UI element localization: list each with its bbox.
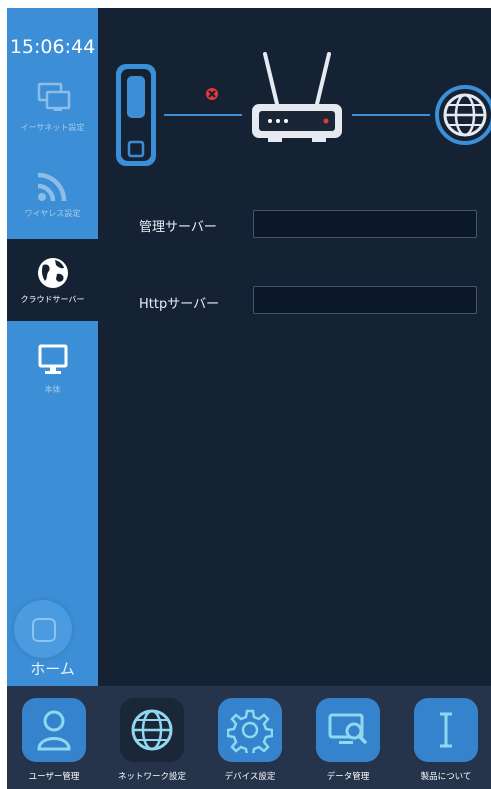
sidebar-item-label: ワイヤレス設定: [24, 209, 81, 218]
nav-data-management[interactable]: データ管理: [313, 698, 383, 783]
network-globe-icon: [131, 709, 173, 751]
device-icon: [116, 64, 156, 166]
http-server-input[interactable]: [253, 286, 477, 314]
ethernet-monitor-icon: [33, 80, 73, 120]
info-icon: [440, 712, 452, 748]
nav-device-settings[interactable]: デバイス設定: [215, 698, 285, 783]
home-label: ホーム: [30, 660, 75, 678]
sidebar-item-label: 本体: [44, 385, 61, 394]
management-server-label: 管理サーバー: [139, 220, 217, 235]
sidebar-item-label: クラウドサーバー: [20, 295, 85, 304]
app-screen: 15:06:44 イーサネット設定 ワイヤレス設定 クラウドサーバー 本体 ホー…: [7, 8, 491, 789]
error-x-icon: [206, 88, 218, 100]
sidebar-item-cloud-server[interactable]: クラウドサーバー: [7, 239, 98, 321]
http-server-label: Httpサーバー: [139, 297, 220, 312]
globe-icon: [33, 253, 73, 293]
wifi-icon: [33, 166, 73, 206]
nav-label: ネットワーク設定: [117, 772, 186, 782]
nav-label: 製品について: [420, 772, 472, 782]
sidebar-item-ethernet[interactable]: イーサネット設定: [7, 80, 98, 157]
nav-user-management[interactable]: ユーザー管理: [19, 698, 89, 783]
nav-label: デバイス設定: [224, 772, 276, 782]
bottom-nav: ユーザー管理 ネットワーク設定 デバイス設定 データ管理 製品について: [7, 686, 491, 789]
internet-globe-icon: [435, 85, 491, 145]
user-icon: [37, 710, 71, 751]
monitor-icon: [33, 342, 73, 382]
gear-icon: [227, 709, 273, 753]
sidebar-item-device[interactable]: 本体: [7, 342, 98, 419]
nav-label: データ管理: [326, 772, 370, 782]
nav-label: ユーザー管理: [28, 772, 80, 782]
data-search-icon: [328, 713, 367, 744]
sidebar-item-label: イーサネット設定: [20, 123, 85, 132]
nav-about-product[interactable]: 製品について: [411, 698, 481, 783]
sidebar-item-wireless[interactable]: ワイヤレス設定: [7, 166, 98, 243]
clock: 15:06:44: [9, 36, 96, 58]
nav-network-settings[interactable]: ネットワーク設定: [117, 698, 187, 783]
router-icon: [252, 52, 342, 142]
sidebar: 15:06:44 イーサネット設定 ワイヤレス設定 クラウドサーバー 本体 ホー…: [7, 8, 98, 686]
network-diagram: [112, 46, 491, 176]
home-square-icon: [32, 618, 56, 642]
home-button[interactable]: [14, 600, 72, 658]
management-server-input[interactable]: [253, 210, 477, 238]
